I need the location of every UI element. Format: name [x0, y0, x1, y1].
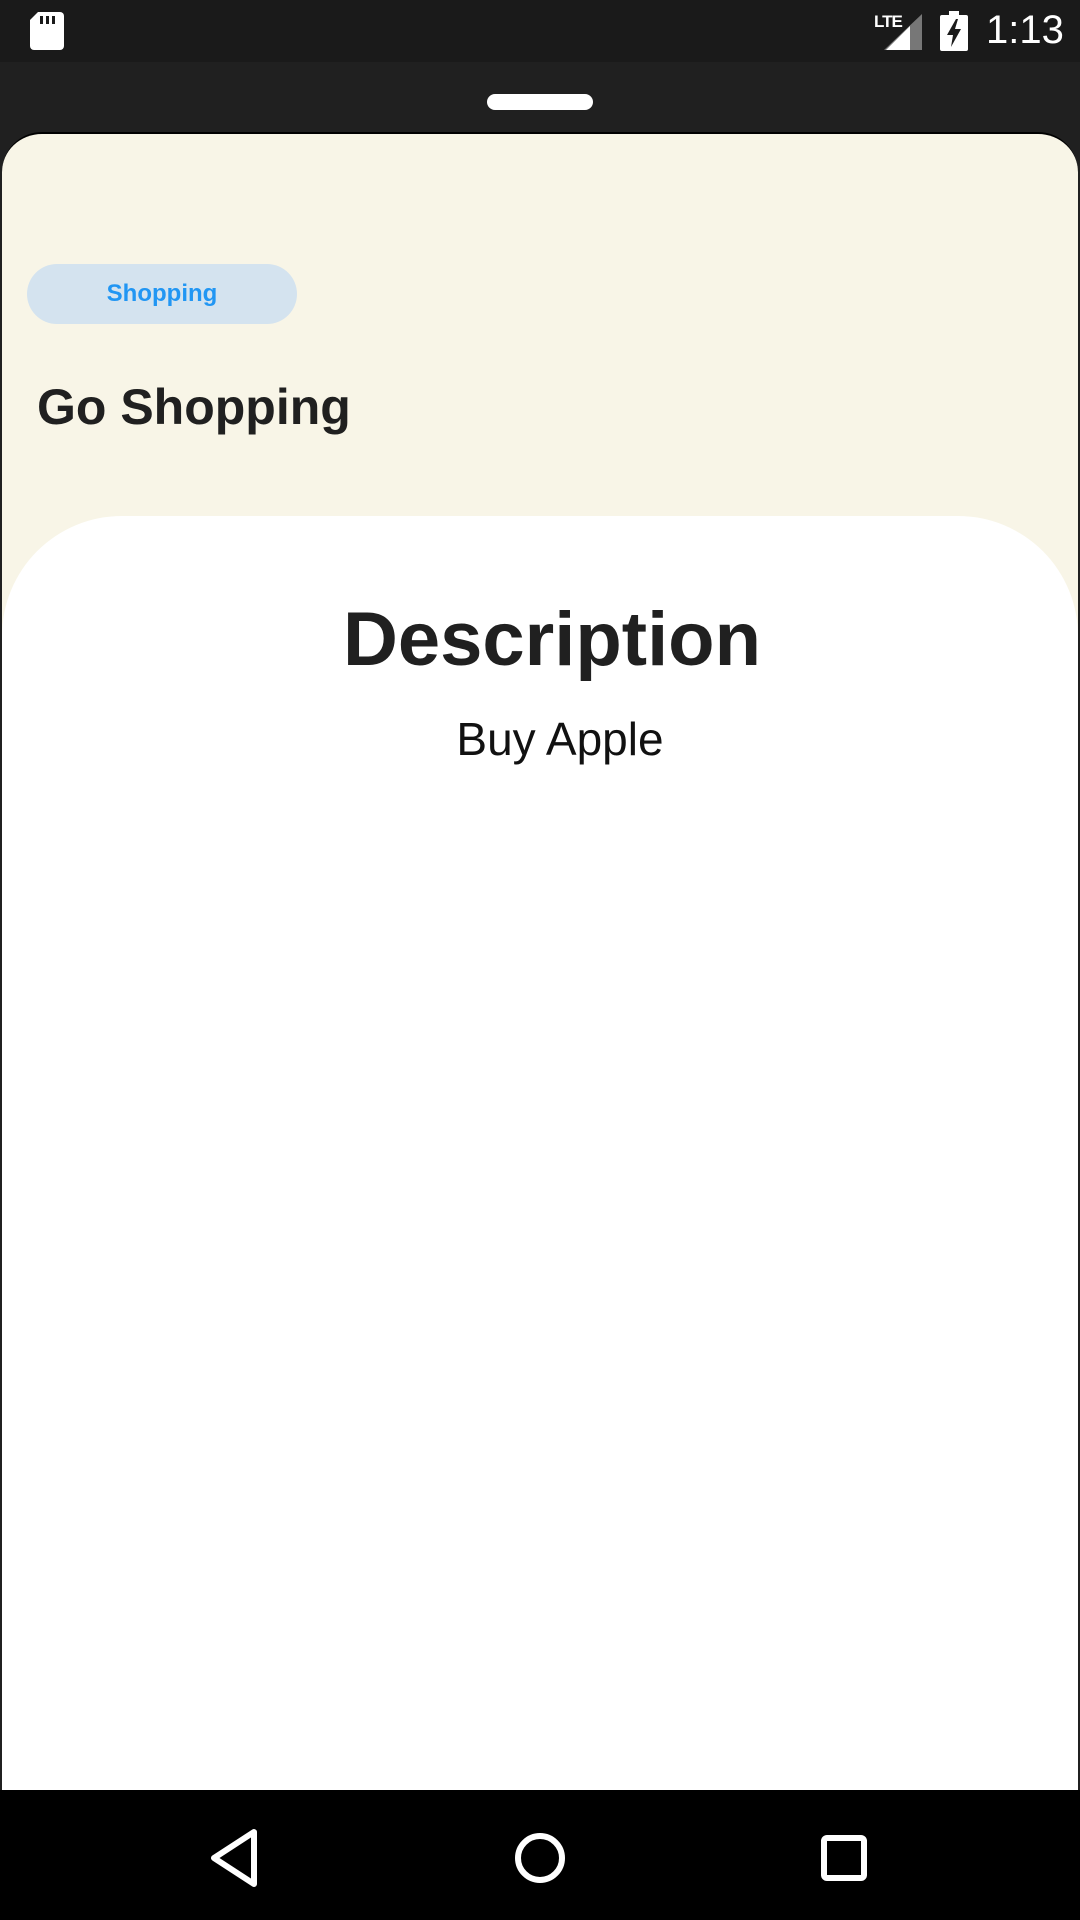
clock: 1:13: [986, 8, 1064, 52]
battery-charging-icon: [940, 11, 968, 51]
sheet-handle-area[interactable]: [0, 62, 1080, 132]
description-text: Buy Apple: [456, 713, 664, 765]
home-icon[interactable]: [500, 1818, 580, 1898]
description-heading: Description: [342, 597, 762, 682]
category-chip[interactable]: Shopping: [27, 264, 297, 324]
task-title: Go Shopping: [37, 379, 351, 435]
task-detail-sheet: Shopping Go Shopping Description Buy App…: [2, 132, 1078, 1792]
drag-handle[interactable]: [487, 94, 593, 110]
back-icon[interactable]: [196, 1818, 276, 1898]
status-bar: LTE 1:13: [0, 0, 1080, 62]
description-card: Description Buy Apple: [2, 516, 1078, 1792]
recents-icon[interactable]: [804, 1818, 884, 1898]
navigation-bar: [0, 1790, 1080, 1920]
signal-icon: [884, 14, 922, 50]
sd-card-icon: [30, 12, 64, 50]
